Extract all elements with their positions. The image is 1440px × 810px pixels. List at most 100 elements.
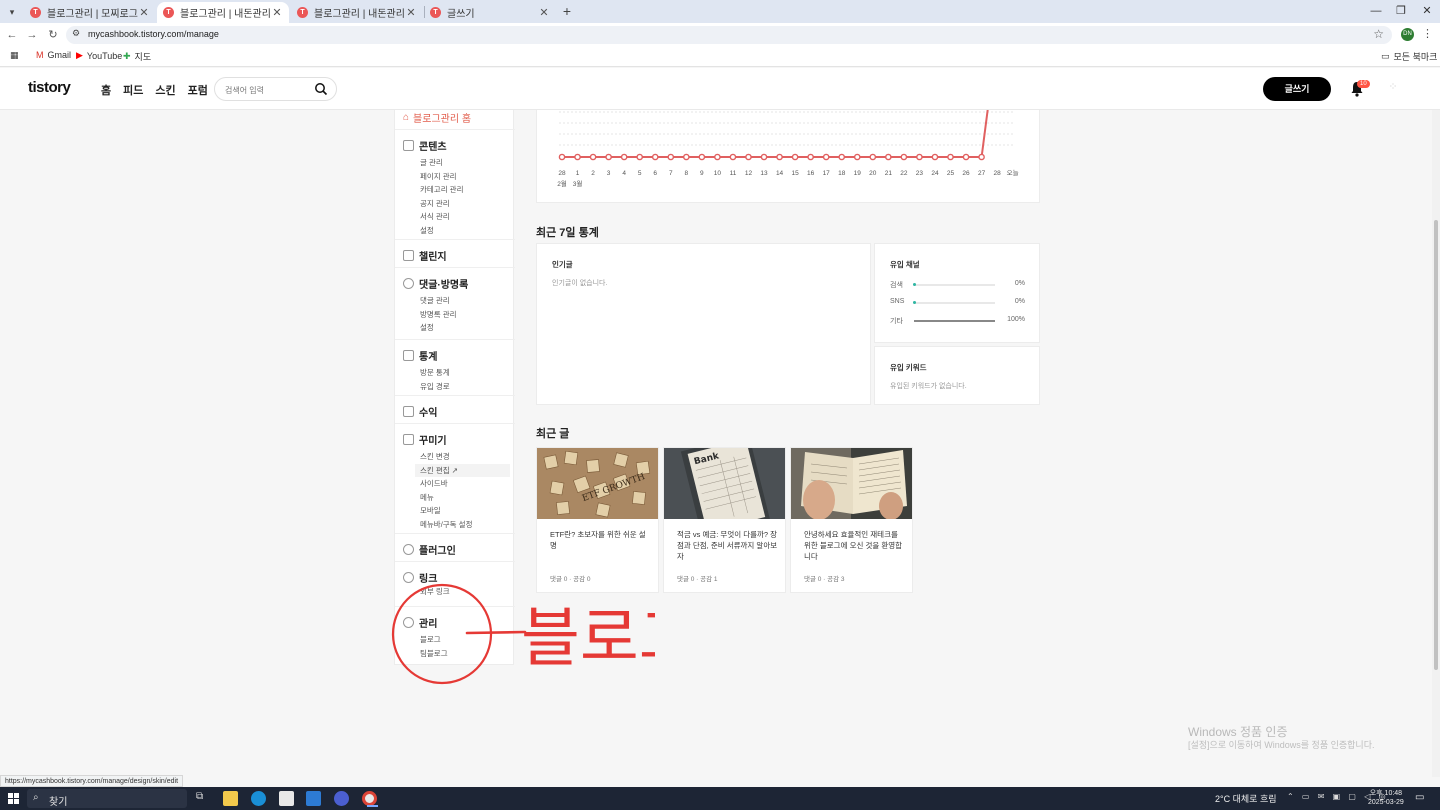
- recent-post-card[interactable]: ETF GROWTH ETF란? 초보자를 위한 쉬운 설명 댓글 0 · 공감…: [536, 447, 659, 593]
- nav-skin[interactable]: 스킨: [155, 82, 175, 98]
- apps-grid-icon[interactable]: ▦: [10, 50, 19, 61]
- back-arrow-icon[interactable]: ←: [4, 27, 20, 43]
- sidebar-item-mobile[interactable]: 모바일: [420, 504, 510, 518]
- tistory-favicon-icon: T: [163, 7, 174, 18]
- bookmark-maps[interactable]: ✚ 지도: [123, 50, 151, 63]
- forward-arrow-icon[interactable]: →: [24, 27, 40, 43]
- visitor-chart-card: 28 1 2 3 4 5 6 7 8 9 10 11 12 13 14 15 16 17 18 19 20 21 22 23 2…: [536, 110, 1040, 203]
- store-icon[interactable]: [279, 791, 294, 806]
- scrollbar-thumb[interactable]: [1434, 220, 1438, 670]
- windows-start-icon[interactable]: [8, 793, 19, 804]
- chrome-icon[interactable]: [362, 791, 378, 807]
- url-text[interactable]: mycashbook.tistory.com/manage: [88, 29, 219, 39]
- taskbar-clock[interactable]: 오후 10:48 2025-03-29: [1368, 789, 1404, 807]
- search-input[interactable]: [225, 83, 310, 97]
- post-thumbnail-ledger[interactable]: [791, 448, 912, 519]
- chart-x-tick-label: 오늘: [1007, 169, 1019, 177]
- minimize-icon[interactable]: —: [1366, 3, 1386, 19]
- taskbar-search[interactable]: ⌕ 찾기: [27, 789, 187, 808]
- nav-home[interactable]: 홈: [101, 82, 111, 98]
- tab-close-icon[interactable]: ✕: [271, 6, 283, 19]
- tab-close-icon[interactable]: ✕: [138, 6, 150, 19]
- sidebar-item-posts[interactable]: 글 관리: [420, 156, 463, 170]
- write-post-button[interactable]: 글쓰기: [1263, 77, 1331, 101]
- sidebar-item-pages[interactable]: 페이지 관리: [420, 170, 463, 184]
- recent-post-card[interactable]: Bank 적금 vs 예금: 무엇이 다를까? 장점과 단점, 준비 서류까지 …: [663, 447, 786, 593]
- sidebar-item-comments[interactable]: 댓글 관리: [420, 294, 468, 308]
- sidebar-item-templates[interactable]: 서식 관리: [420, 210, 463, 224]
- sidebar-item-notices[interactable]: 공지 관리: [420, 197, 463, 211]
- all-bookmarks[interactable]: ▭ 모든 북마크: [1381, 50, 1437, 63]
- sidebar-group-header[interactable]: 댓글·방명록: [403, 276, 468, 291]
- revenue-icon: [403, 406, 414, 417]
- sidebar-item-visit-stats[interactable]: 방문 통계: [420, 366, 450, 380]
- weather-widget[interactable]: 2°C 대체로 흐림: [1215, 792, 1277, 805]
- post-title[interactable]: 안녕하세요 효율적인 재테크를 위한 블로그에 오신 것을 환영합니다: [804, 529, 906, 562]
- bookmark-youtube[interactable]: ▶ YouTube: [76, 50, 122, 61]
- user-avatar[interactable]: ⁘: [1385, 80, 1401, 96]
- sidebar-group-stats: 통계 방문 통계 유입 경로: [403, 348, 450, 393]
- sidebar-item-categories[interactable]: 카테고리 관리: [420, 183, 463, 197]
- task-view-icon[interactable]: ⧉: [196, 791, 211, 806]
- window-close-icon[interactable]: ✕: [1417, 3, 1437, 19]
- restore-icon[interactable]: ❐: [1391, 3, 1411, 19]
- sidebar-item-skin-change[interactable]: 스킨 변경: [420, 450, 510, 464]
- browser-tab-3[interactable]: T 블로그관리 | 내돈관리일지 ✕: [291, 2, 423, 23]
- bookmark-gmail[interactable]: M Gmail: [36, 50, 71, 60]
- edge-icon[interactable]: [251, 791, 266, 806]
- chart-point: [651, 153, 659, 161]
- sidebar-group-header[interactable]: 콘텐츠: [403, 138, 463, 153]
- channel-percent: 0%: [1014, 280, 1025, 287]
- bookmark-label: 지도: [134, 52, 152, 62]
- new-tab-plus-icon[interactable]: +: [559, 3, 575, 19]
- sidebar-item-menu[interactable]: 메뉴: [420, 491, 510, 505]
- group-title: 플러그인: [419, 546, 456, 557]
- post-thumbnail-scrabble[interactable]: ETF GROWTH: [537, 448, 658, 519]
- annotation-text: 블로그: [521, 602, 655, 676]
- chart-x-tick-label: 6: [653, 170, 657, 177]
- sidebar-item-menubar-subscribe[interactable]: 메뉴바/구독 설정: [420, 518, 510, 532]
- reload-icon[interactable]: ↻: [45, 27, 61, 43]
- sidebar-group-header[interactable]: 통계: [403, 348, 450, 363]
- app-icon[interactable]: [334, 791, 349, 806]
- sidebar-item-guestbook[interactable]: 방명록 관리: [420, 308, 468, 322]
- bookmark-star-icon[interactable]: ☆: [1373, 27, 1384, 41]
- search-icon[interactable]: [314, 82, 328, 96]
- browser-menu-icon[interactable]: ⋮: [1422, 27, 1433, 40]
- sidebar-item-content-settings[interactable]: 설정: [420, 224, 463, 238]
- sidebar-group-header[interactable]: 수익: [403, 404, 437, 419]
- tab-close-icon[interactable]: ✕: [405, 6, 417, 19]
- browser-tab-2[interactable]: T 블로그관리 | 내돈관리일지 ✕: [157, 2, 289, 23]
- tab-close-icon[interactable]: ✕: [538, 6, 550, 19]
- sidebar-item-referrers[interactable]: 유입 경로: [420, 380, 450, 394]
- mail-icon[interactable]: [306, 791, 321, 806]
- post-title[interactable]: ETF란? 초보자를 위한 쉬운 설명: [550, 529, 652, 551]
- sidebar-item-skin-edit[interactable]: 스킨 편집 ↗: [415, 463, 510, 477]
- sidebar-group-header[interactable]: 플러그인: [403, 542, 456, 557]
- profile-avatar[interactable]: DN: [1401, 28, 1414, 41]
- recent-post-card[interactable]: 안녕하세요 효율적인 재테크를 위한 블로그에 오신 것을 환영합니다 댓글 0…: [790, 447, 913, 593]
- sidebar-item-comment-settings[interactable]: 설정: [420, 321, 468, 335]
- chart-x-tick-label: 2: [591, 170, 595, 177]
- tab-title: 블로그관리 | 내돈관리일지: [180, 9, 271, 20]
- post-title[interactable]: 적금 vs 예금: 무엇이 다를까? 장점과 단점, 준비 서류까지 알아보자: [677, 529, 779, 562]
- site-info-icon[interactable]: ⚙: [72, 28, 80, 39]
- nav-feed[interactable]: 피드: [123, 82, 143, 98]
- notification-center-icon[interactable]: ▭: [1415, 792, 1424, 803]
- browser-tab-4[interactable]: T 글쓰기 ✕: [424, 2, 556, 23]
- browser-tab-1[interactable]: T 블로그관리 | 모찌로그 ✕: [24, 2, 156, 23]
- url-omnibox[interactable]: ⚙ mycashbook.tistory.com/manage ☆: [66, 26, 1392, 44]
- sidebar-group-header[interactable]: 챌린지: [403, 248, 447, 263]
- tab-list-chevron-icon[interactable]: ▾: [4, 4, 20, 20]
- channel-row-sns: SNS 0%: [890, 298, 1025, 308]
- channels-title: 유입 채널: [890, 260, 920, 269]
- tistory-logo[interactable]: tistory: [28, 79, 71, 96]
- post-thumbnail-bankbook[interactable]: Bank: [664, 448, 785, 519]
- page-scrollbar[interactable]: [1432, 110, 1440, 777]
- sidebar-home-link[interactable]: ⌂ 블로그관리 홈: [403, 110, 471, 125]
- sidebar-item-sidebar[interactable]: 사이드바: [420, 477, 510, 491]
- divider: [395, 129, 515, 130]
- nav-forum[interactable]: 포럼: [188, 82, 208, 98]
- file-explorer-icon[interactable]: [223, 791, 238, 806]
- sidebar-group-header[interactable]: 꾸미기: [403, 432, 510, 447]
